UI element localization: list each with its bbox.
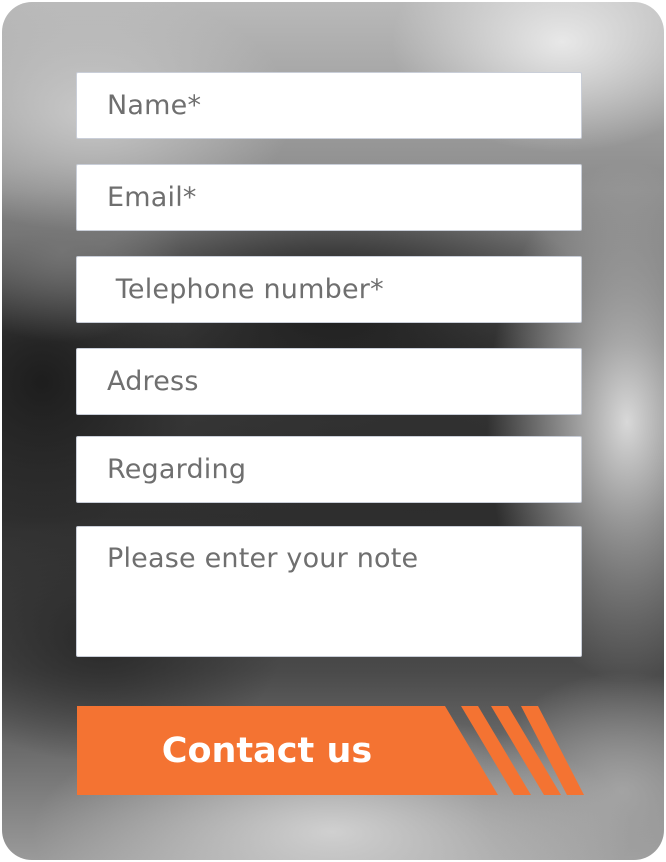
contact-us-button[interactable]: Contact us xyxy=(77,706,584,795)
contact-us-label: Contact us xyxy=(161,730,373,771)
telephone-field[interactable]: Telephone number* xyxy=(76,256,582,323)
address-field[interactable]: Adress xyxy=(76,348,582,415)
contact-form-card: Name* Email* Telephone number* Adress Re… xyxy=(2,2,664,860)
regarding-placeholder: Regarding xyxy=(107,454,247,485)
note-textarea[interactable]: Please enter your note xyxy=(76,526,582,657)
name-field[interactable]: Name* xyxy=(76,72,582,139)
email-field[interactable]: Email* xyxy=(76,164,582,231)
address-placeholder: Adress xyxy=(107,366,199,397)
name-placeholder: Name* xyxy=(107,90,202,121)
note-placeholder: Please enter your note xyxy=(107,543,419,574)
email-placeholder: Email* xyxy=(107,182,197,213)
regarding-field[interactable]: Regarding xyxy=(76,436,582,503)
telephone-placeholder: Telephone number* xyxy=(107,274,384,305)
